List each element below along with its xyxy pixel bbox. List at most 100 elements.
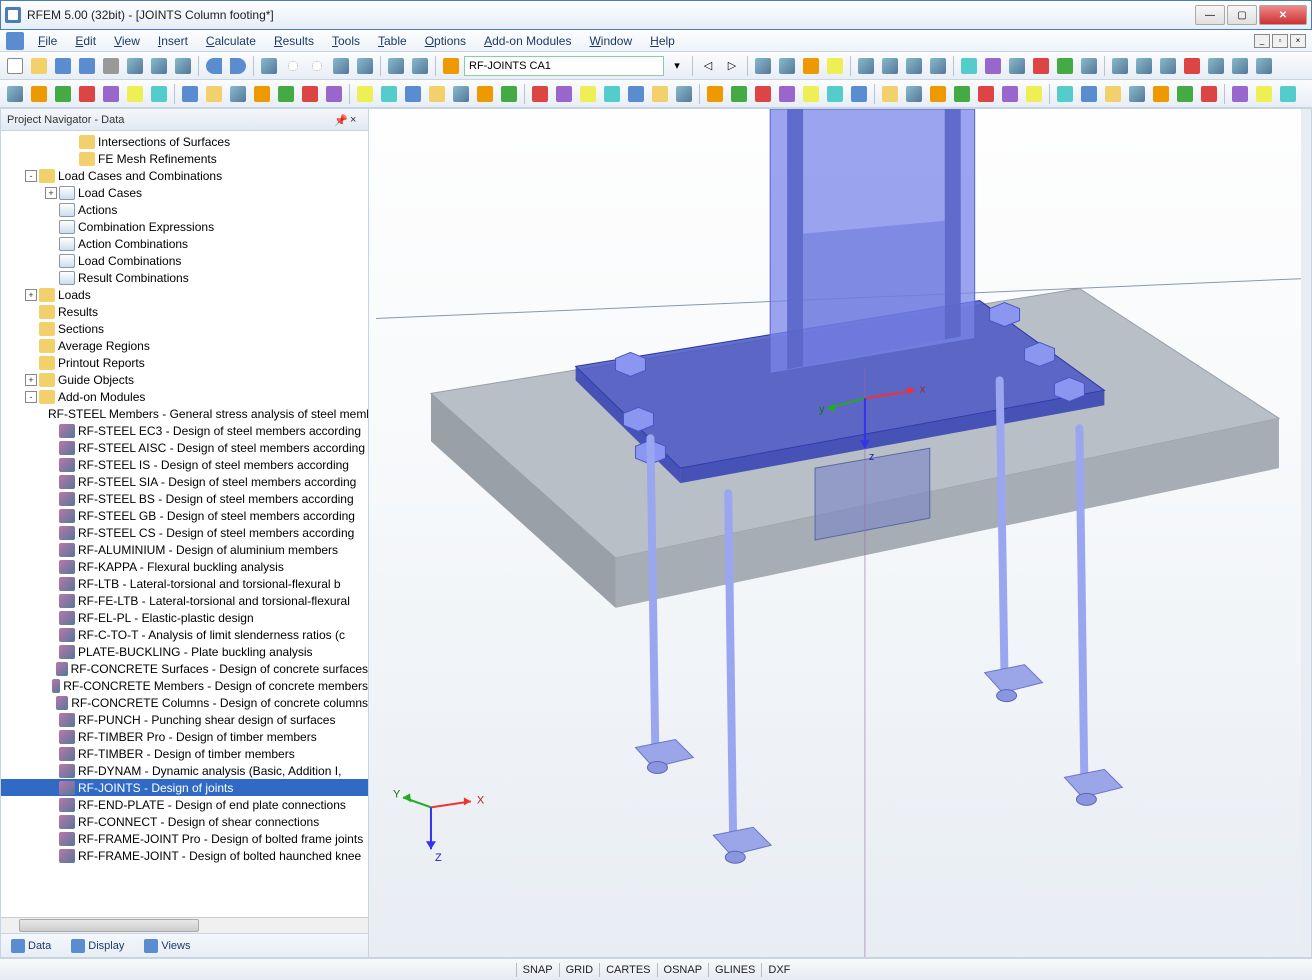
- menu-table[interactable]: Table: [370, 32, 415, 50]
- expander-icon[interactable]: +: [25, 374, 37, 386]
- status-snap[interactable]: SNAP: [516, 963, 559, 977]
- zoomwin-button[interactable]: [306, 55, 328, 77]
- tree-node[interactable]: Combination Expressions: [1, 218, 368, 235]
- toolbar2-button-40[interactable]: [999, 83, 1021, 105]
- view-solid-button[interactable]: [776, 55, 798, 77]
- scrollbar-thumb[interactable]: [19, 919, 199, 932]
- mdi-restore-button[interactable]: ▫: [1272, 34, 1288, 48]
- tree-node[interactable]: RF-STEEL AISC - Design of steel members …: [1, 439, 368, 456]
- toolbar2-button-41[interactable]: [1023, 83, 1045, 105]
- tree-node[interactable]: +Load Cases: [1, 184, 368, 201]
- expander-icon[interactable]: -: [25, 391, 37, 403]
- toolbar2-button-47[interactable]: [1174, 83, 1196, 105]
- menu-view[interactable]: View: [106, 32, 148, 50]
- tab-display[interactable]: Display: [65, 937, 130, 955]
- tool1-button[interactable]: [1109, 55, 1131, 77]
- save-button[interactable]: [52, 55, 74, 77]
- tree-node[interactable]: RF-STEEL BS - Design of steel members ac…: [1, 490, 368, 507]
- tree-node[interactable]: RF-CONCRETE Surfaces - Design of concret…: [1, 660, 368, 677]
- tree-node[interactable]: RF-JOINTS - Design of joints: [1, 779, 368, 796]
- toolbar2-button-34[interactable]: [848, 83, 870, 105]
- toolbar2-button-24[interactable]: [601, 83, 623, 105]
- toolbar2-button-21[interactable]: [529, 83, 551, 105]
- app-menu-icon[interactable]: [6, 32, 24, 50]
- status-osnap[interactable]: OSNAP: [657, 963, 709, 977]
- toolbar2-button-0[interactable]: [4, 83, 26, 105]
- calc2-button[interactable]: [1006, 55, 1028, 77]
- menu-calculate[interactable]: Calculate: [198, 32, 264, 50]
- calc3-button[interactable]: [1030, 55, 1052, 77]
- toolbar2-button-3[interactable]: [76, 83, 98, 105]
- tree-node[interactable]: FE Mesh Refinements: [1, 150, 368, 167]
- tree-node[interactable]: RF-FRAME-JOINT - Design of bolted haunch…: [1, 847, 368, 864]
- toolbar2-button-20[interactable]: [498, 83, 520, 105]
- toolbar2-button-50[interactable]: [1253, 83, 1275, 105]
- tables2-button[interactable]: [409, 55, 431, 77]
- toolbar2-button-15[interactable]: [378, 83, 400, 105]
- toolbar2-button-5[interactable]: [124, 83, 146, 105]
- menu-options[interactable]: Options: [417, 32, 474, 50]
- view-wireframe-button[interactable]: [752, 55, 774, 77]
- results-button[interactable]: [903, 55, 925, 77]
- nav-next-button[interactable]: ▷: [721, 55, 743, 77]
- toolbar2-button-27[interactable]: [673, 83, 695, 105]
- toolbar2-button-10[interactable]: [251, 83, 273, 105]
- viewport-3d[interactable]: x y z X Y Z: [369, 109, 1311, 957]
- tree-node[interactable]: RF-STEEL IS - Design of steel members ac…: [1, 456, 368, 473]
- toolbar2-button-22[interactable]: [553, 83, 575, 105]
- menu-help[interactable]: Help: [642, 32, 683, 50]
- printpreview-button[interactable]: [124, 55, 146, 77]
- toolbar2-button-9[interactable]: [227, 83, 249, 105]
- toolbar2-button-44[interactable]: [1102, 83, 1124, 105]
- toolbar2-button-30[interactable]: [752, 83, 774, 105]
- tree-node[interactable]: RF-TIMBER - Design of timber members: [1, 745, 368, 762]
- toolbar2-button-18[interactable]: [450, 83, 472, 105]
- tree-node[interactable]: RF-CONCRETE Members - Design of concrete…: [1, 677, 368, 694]
- toolbar2-button-4[interactable]: [100, 83, 122, 105]
- toolbar2-button-23[interactable]: [577, 83, 599, 105]
- toolbar2-button-1[interactable]: [28, 83, 50, 105]
- toolbar2-button-12[interactable]: [299, 83, 321, 105]
- status-dxf[interactable]: DXF: [761, 963, 796, 977]
- toolbar2-button-37[interactable]: [927, 83, 949, 105]
- toolbar2-button-42[interactable]: [1054, 83, 1076, 105]
- mesh-button[interactable]: [958, 55, 980, 77]
- toolbar2-button-49[interactable]: [1229, 83, 1251, 105]
- tree-node[interactable]: Actions: [1, 201, 368, 218]
- tool7-button[interactable]: [1253, 55, 1275, 77]
- toolbar2-button-43[interactable]: [1078, 83, 1100, 105]
- calc4-button[interactable]: [1054, 55, 1076, 77]
- view-render-button[interactable]: [800, 55, 822, 77]
- toolbar2-button-45[interactable]: [1126, 83, 1148, 105]
- minimize-button[interactable]: —: [1195, 5, 1225, 25]
- toolbar2-button-31[interactable]: [776, 83, 798, 105]
- toolbar2-button-19[interactable]: [474, 83, 496, 105]
- pan-button[interactable]: [330, 55, 352, 77]
- report-button[interactable]: [148, 55, 170, 77]
- toolbar2-button-35[interactable]: [879, 83, 901, 105]
- toolbar2-button-51[interactable]: [1277, 83, 1299, 105]
- toolbar2-button-38[interactable]: [951, 83, 973, 105]
- tab-views[interactable]: Views: [138, 937, 196, 955]
- tool2-button[interactable]: [1133, 55, 1155, 77]
- navigator-hscrollbar[interactable]: [1, 917, 368, 933]
- tree-node[interactable]: RF-EL-PL - Elastic-plastic design: [1, 609, 368, 626]
- toolbar2-button-13[interactable]: [323, 83, 345, 105]
- tree-node[interactable]: RF-CONCRETE Columns - Design of concrete…: [1, 694, 368, 711]
- mdi-minimize-button[interactable]: _: [1254, 34, 1270, 48]
- undo-button[interactable]: [203, 55, 225, 77]
- notes-button[interactable]: [172, 55, 194, 77]
- tool3-button[interactable]: [1157, 55, 1179, 77]
- toolbar2-button-25[interactable]: [625, 83, 647, 105]
- view-label-button[interactable]: [824, 55, 846, 77]
- cursor-button[interactable]: [258, 55, 280, 77]
- expander-icon[interactable]: +: [25, 289, 37, 301]
- toolbar2-button-28[interactable]: [704, 83, 726, 105]
- tool6-button[interactable]: [1229, 55, 1251, 77]
- expander-icon[interactable]: -: [25, 170, 37, 182]
- navigator-tree[interactable]: Intersections of SurfacesFE Mesh Refinem…: [1, 131, 368, 917]
- menu-file[interactable]: File: [30, 32, 65, 50]
- toolbar2-button-26[interactable]: [649, 83, 671, 105]
- tree-node[interactable]: RF-LTB - Lateral-torsional and torsional…: [1, 575, 368, 592]
- tree-node[interactable]: Results: [1, 303, 368, 320]
